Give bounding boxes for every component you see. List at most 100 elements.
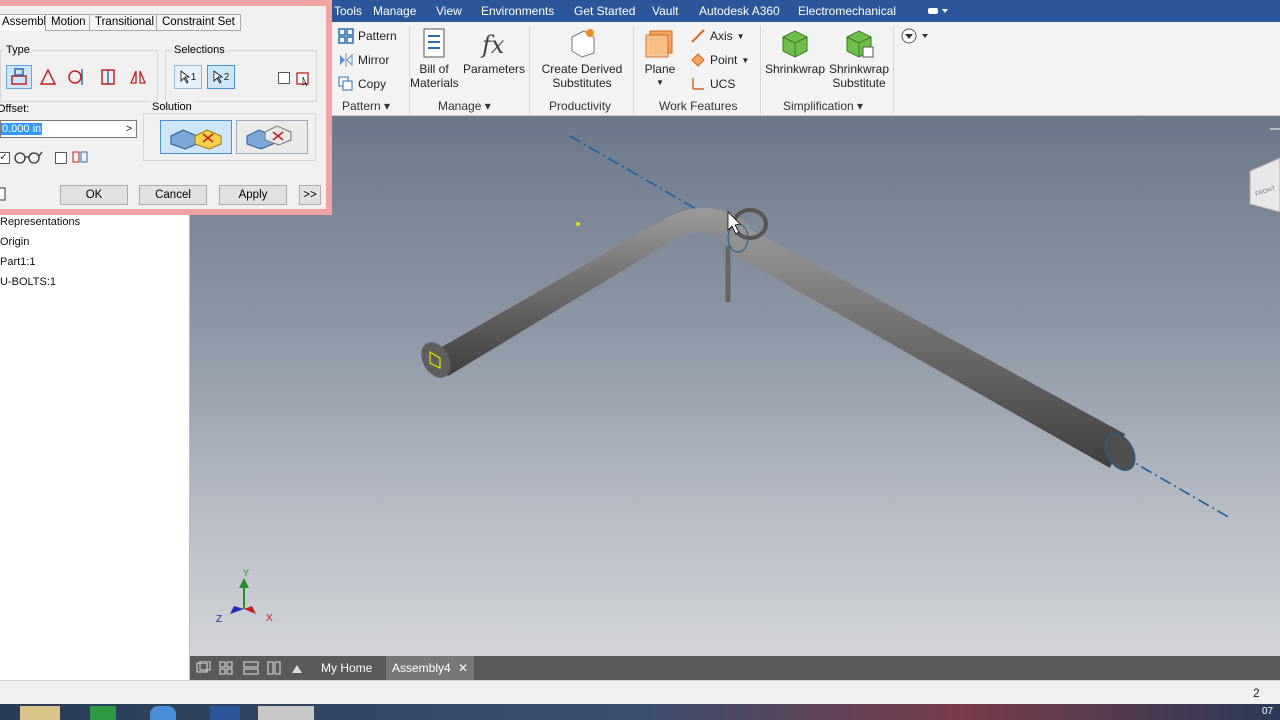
tab-environments[interactable]: Environments [481,4,554,18]
tab-overflow-icon[interactable] [926,6,950,16]
ok-button[interactable]: OK [60,185,128,205]
pick-part-first-icon [296,72,309,86]
solution-label: Solution [150,101,194,113]
view-cube[interactable]: FRONT [1249,157,1280,213]
triad-x-label: X [266,613,273,624]
pick-part-first-checkbox[interactable] [278,72,290,84]
tab-transitional[interactable]: Transitional [89,14,161,31]
copy-button[interactable]: Copy [338,76,386,92]
ucs-icon [692,78,704,90]
tab-constraint-set[interactable]: Constraint Set [156,14,241,31]
axis-icon [691,29,705,43]
point-button[interactable]: Point ▼ [690,52,749,68]
productivity-group-label: Productivity [549,99,612,113]
mate-constraint-button[interactable] [6,65,32,89]
internet-explorer-icon[interactable] [150,706,176,720]
angle-constraint-button[interactable] [35,65,61,89]
simplification-group-label[interactable]: Simplification ▾ [783,99,863,113]
window-arrange-icons[interactable] [196,661,306,675]
tab-assembly4[interactable]: Assembly4 ✕ [386,656,475,680]
pattern-button[interactable]: Pattern [338,28,397,44]
os-taskbar: 07 [0,704,1280,720]
calculator-icon[interactable] [90,706,116,720]
pattern-icon [338,28,354,44]
tab-my-home[interactable]: My Home [315,656,378,680]
cancel-button[interactable]: Cancel [139,185,207,205]
pipe-right-segment[interactable] [728,221,1125,468]
mate-solution-button[interactable] [160,120,232,154]
word-icon[interactable] [210,706,240,720]
inventor-taskbar-icon[interactable] [258,706,314,720]
help-icon[interactable] [0,186,9,202]
browser-item-origin[interactable]: Origin [0,236,29,248]
manage-group-label[interactable]: Manage ▾ [438,99,491,113]
tab-motion[interactable]: Motion [45,14,92,31]
copy-icon [338,76,353,91]
customize-dropdown-icon [901,28,928,44]
mate-icon [11,68,27,85]
plane-button[interactable]: Plane ▼ [640,27,680,90]
symmetry-icon [130,70,146,84]
mirror-icon [340,53,353,67]
type-label: Type [4,44,32,56]
offset-measure-arrow-icon[interactable]: > [121,121,137,137]
tab-view[interactable]: View [436,4,462,18]
insert-constraint-button[interactable] [95,65,121,89]
triad-y-label: Y [243,568,249,578]
apply-button[interactable]: Apply [219,185,287,205]
browser-item-representations[interactable]: Representations [0,216,80,228]
ribbon-options-button[interactable] [900,28,932,47]
more-options-button[interactable]: >> [299,185,321,205]
selections-label: Selections [172,44,227,56]
axis-dropdown-icon: ▼ [736,31,745,41]
tangent-icon [68,69,83,85]
mirror-label: Mirror [358,53,390,67]
file-explorer-icon[interactable] [20,706,60,720]
mirror-button[interactable]: Mirror [338,52,389,68]
selection-2-label: 2 [223,71,230,83]
arrow-select-icon [180,70,190,84]
model-scene[interactable]: Y X Z FRONT [190,116,1280,656]
tab-vault[interactable]: Vault [652,4,678,18]
axis-label: Axis [710,29,733,43]
shrinkwrap-button[interactable]: Shrinkwrap [764,27,826,76]
offset-label: Offset: [0,103,30,115]
tab-get-started[interactable]: Get Started [574,4,635,18]
create-derived-substitutes-button[interactable]: Create Derived Substitutes [536,27,628,90]
shrinkwrap-icon [782,30,808,58]
point-dropdown-icon: ▼ [741,55,750,65]
show-preview-checkbox[interactable]: ✓ [0,152,10,164]
selection-1-label: 1 [190,71,197,83]
browser-item-ubolts[interactable]: U-BOLTS:1 [0,276,56,288]
mate-solution-icon [170,129,222,150]
copy-label: Copy [358,77,387,91]
shrinkwrap-substitute-button[interactable]: Shrinkwrap Substitute [828,27,890,90]
clock: 07 [1262,706,1274,717]
pattern-group-label[interactable]: Pattern ▾ [342,99,390,113]
svg-text:fx: fx [480,31,505,59]
group-separator [760,26,761,114]
flush-solution-button[interactable] [236,120,308,154]
flush-solution-icon [246,125,292,150]
symmetry-constraint-button[interactable] [125,65,151,89]
predict-offset-checkbox[interactable] [55,152,67,164]
pipe-left-segment[interactable] [426,208,750,376]
tangent-constraint-button[interactable] [64,65,90,89]
close-icon[interactable]: ✕ [458,661,468,675]
selection-1-button[interactable]: 1 [174,65,202,89]
shrinkwrap-substitute-icon [846,30,874,58]
parameters-button[interactable]: fx Parameters [462,27,526,76]
bom-label-2: Materials [410,76,459,90]
tab-manage[interactable]: Manage [373,4,416,18]
ucs-button[interactable]: UCS [690,76,735,92]
graphics-viewport[interactable]: Y X Z FRONT [190,116,1280,656]
axis-button[interactable]: Axis ▼ [690,28,745,44]
tab-tools[interactable]: Tools [334,4,362,18]
fx-icon: fx [480,31,505,59]
selection-2-button[interactable]: 2 [207,65,235,89]
browser-item-part1[interactable]: Part1:1 [0,256,35,268]
bill-of-materials-button[interactable]: Bill of Materials [410,27,459,90]
point-label: Point [710,53,738,67]
tab-electromechanical[interactable]: Electromechanical [798,4,896,18]
tab-autodesk-a360[interactable]: Autodesk A360 [699,4,780,18]
